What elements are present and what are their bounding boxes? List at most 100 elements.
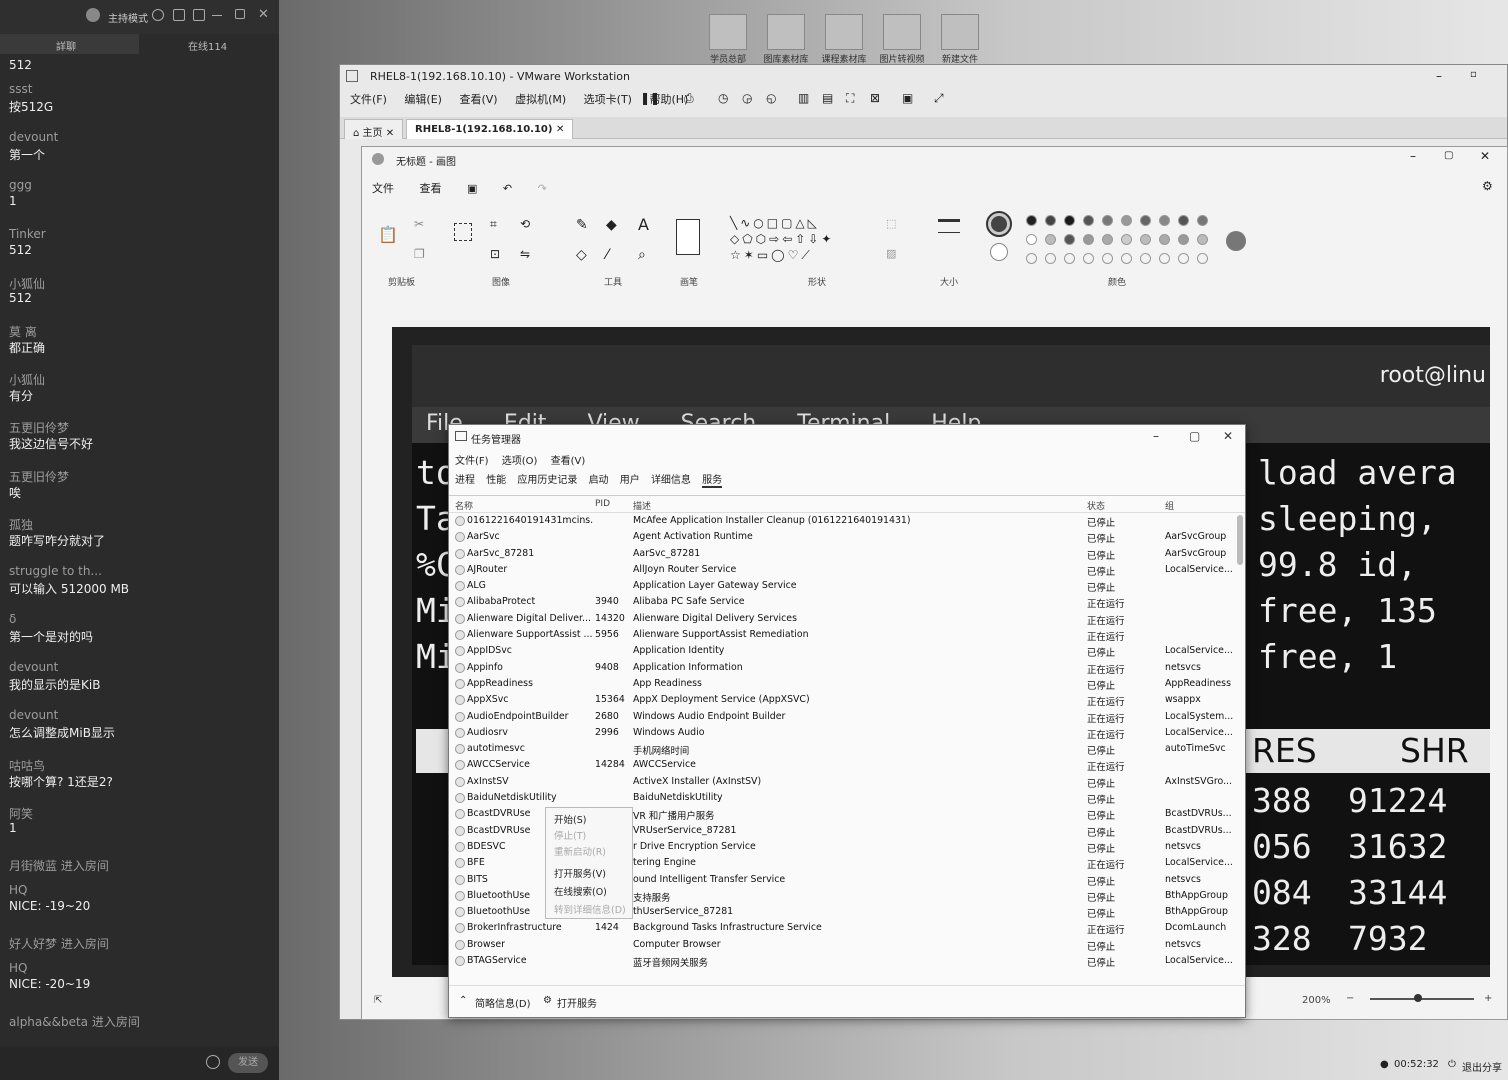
service-row[interactable]: Alienware SupportAssist ... 5956 Alienware… — [449, 627, 1237, 643]
pause-icon[interactable]: ❚❚ — [640, 91, 660, 105]
menu-edit[interactable]: 编辑(E) — [404, 93, 442, 106]
tab-performance[interactable]: 性能 — [486, 475, 506, 486]
tm-maximize-icon[interactable]: ▢ — [1189, 429, 1200, 443]
service-row[interactable]: Browser Computer Browser 已停止 netsvcs — [449, 937, 1237, 953]
undo-icon[interactable]: ↶ — [503, 182, 512, 195]
zoom-slider-thumb[interactable] — [1414, 994, 1422, 1002]
select-icon[interactable] — [454, 223, 472, 241]
color-swatch[interactable] — [1026, 253, 1037, 264]
color-swatch[interactable] — [1102, 215, 1113, 226]
col-desc[interactable]: 描述 — [633, 499, 1083, 512]
service-row[interactable]: AarSvc Agent Activation Runtime 已停止 AarSvcG… — [449, 529, 1237, 545]
desktop-icon[interactable]: 课程素材库 — [819, 14, 869, 65]
color-swatch[interactable] — [1102, 234, 1113, 245]
color-swatch[interactable] — [1064, 234, 1075, 245]
vm-maximize-icon[interactable]: ▫ — [1470, 69, 1477, 80]
resize-icon[interactable]: ⊡ — [490, 247, 500, 261]
color-swatch[interactable] — [1178, 253, 1189, 264]
service-row[interactable]: AJRouter AllJoyn Router Service 已停止 LocalSe… — [449, 562, 1237, 578]
ctx-start[interactable]: 开始(S) — [554, 812, 586, 826]
ctx-go-details[interactable]: 转到详细信息(D) — [554, 902, 626, 916]
redo-icon[interactable]: ↷ — [538, 182, 547, 195]
color-swatch[interactable] — [1197, 253, 1208, 264]
color-swatch[interactable] — [1121, 253, 1132, 264]
thumbnail-icon[interactable]: ▤ — [822, 91, 833, 105]
color-swatch[interactable] — [1045, 234, 1056, 245]
shapes-gallery[interactable]: ╲∿○□▢△◺ ◇⬠⬡⇨⇦⇧⇩✦ ☆✶▭◯♡⟋ — [730, 215, 860, 275]
ctx-restart[interactable]: 重新启动(R) — [554, 844, 606, 858]
flip-icon[interactable]: ⇋ — [520, 247, 530, 261]
stretch-icon[interactable]: ⤢ — [934, 91, 944, 106]
size-icon[interactable] — [938, 219, 960, 233]
brush-icon[interactable] — [676, 219, 700, 255]
tab-processes[interactable]: 进程 — [455, 475, 475, 486]
restore-snapshot-icon[interactable]: ◶ — [742, 91, 752, 105]
menu-file[interactable]: 文件(F) — [350, 93, 387, 106]
menu-view[interactable]: 查看(V) — [459, 93, 497, 106]
text-icon[interactable]: A — [638, 215, 649, 234]
library-icon[interactable]: ▥ — [798, 91, 809, 105]
fewer-details-link[interactable]: 简略信息(D) — [475, 995, 531, 1010]
tab-chat[interactable]: 詳聊 — [0, 34, 139, 54]
zoom-slider[interactable] — [1370, 998, 1474, 1000]
color-swatch[interactable] — [1140, 234, 1151, 245]
color-swatch[interactable] — [1064, 253, 1075, 264]
service-row[interactable]: BrokerInfrastructure 1424 Background Tasks… — [449, 920, 1237, 936]
color-swatch[interactable] — [1159, 215, 1170, 226]
edit-colors-icon[interactable] — [1226, 231, 1246, 251]
color-swatch[interactable] — [1045, 253, 1056, 264]
service-row[interactable]: BTAGService 蓝牙音频网关服务 已停止 LocalService... — [449, 953, 1237, 969]
close-icon[interactable]: ✕ — [258, 7, 269, 22]
chat-input-bar[interactable]: 发送 — [0, 1046, 279, 1080]
zoom-out-icon[interactable]: − — [1346, 993, 1354, 1004]
color-swatch[interactable] — [1178, 215, 1189, 226]
color-swatch[interactable] — [1026, 215, 1037, 226]
menu-vm[interactable]: 虚拟机(M) — [515, 93, 566, 106]
tab-home[interactable]: ⌂ 主页 ✕ — [344, 119, 404, 139]
desktop-icon[interactable]: 图片转视频 — [877, 14, 927, 65]
service-row[interactable]: Audiosrv 2996 Windows Audio 正在运行 LocalServic… — [449, 725, 1237, 741]
color-picker-icon[interactable]: ⁄ — [606, 247, 608, 263]
tm-menu-view[interactable]: 查看(V) — [551, 456, 586, 467]
tab-users[interactable]: 用户 — [620, 475, 640, 486]
fullscreen-icon[interactable]: ⛶ — [846, 91, 854, 106]
service-row[interactable]: AppXSvc 15364 AppX Deployment Service (App… — [449, 692, 1237, 708]
service-row[interactable]: AWCCService 14284 AWCCService 正在运行 — [449, 757, 1237, 773]
services-scrollbar[interactable] — [1237, 515, 1243, 565]
ctx-open-services[interactable]: 打开服务(V) — [554, 866, 606, 880]
tm-menu-file[interactable]: 文件(F) — [455, 456, 489, 467]
zoom-in-icon[interactable]: + — [1484, 993, 1492, 1004]
send-keys-icon[interactable]: ⎙ — [684, 91, 694, 106]
menu-tabs[interactable]: 选项卡(T) — [584, 93, 632, 106]
maximize-icon[interactable] — [235, 9, 245, 19]
tab-online[interactable]: 在线114 — [188, 38, 227, 53]
settings-icon[interactable]: ⚙ — [1482, 179, 1493, 193]
minimize-icon[interactable] — [212, 15, 222, 16]
color-swatch[interactable] — [1159, 234, 1170, 245]
pencil-icon[interactable]: ✎ — [576, 217, 588, 233]
service-row[interactable]: autotimesvc 手机网络时间 已停止 autoTimeSvc — [449, 741, 1237, 757]
color-swatch[interactable] — [1045, 215, 1056, 226]
edit-icon[interactable] — [173, 9, 185, 21]
service-row[interactable]: AarSvc_87281 AarSvc_87281 已停止 AarSvcGroup — [449, 546, 1237, 562]
service-row[interactable]: AppReadiness App Readiness 已停止 AppReadiness — [449, 676, 1237, 692]
tm-close-icon[interactable]: ✕ — [1223, 429, 1233, 443]
color-swatch[interactable] — [1178, 234, 1189, 245]
snapshot-icon[interactable]: ◷ — [718, 91, 728, 105]
desktop-icon[interactable]: 图库素材库 — [761, 14, 811, 65]
color1-swatch[interactable] — [986, 211, 1012, 237]
color-swatch[interactable] — [1083, 215, 1094, 226]
color-swatch[interactable] — [1159, 253, 1170, 264]
ctx-search-online[interactable]: 在线搜索(O) — [554, 884, 607, 898]
cut-icon[interactable]: ✂ — [414, 217, 424, 231]
vm-minimize-icon[interactable]: – — [1436, 69, 1442, 83]
paint-maximize-icon[interactable]: ▢ — [1444, 150, 1453, 161]
tm-minimize-icon[interactable]: – — [1153, 429, 1159, 443]
tab-startup[interactable]: 启动 — [589, 475, 609, 486]
col-status[interactable]: 状态 — [1087, 499, 1157, 512]
service-row[interactable]: Alienware Digital Deliver... 14320 Alienwa… — [449, 611, 1237, 627]
tm-menu-options[interactable]: 选项(O) — [502, 456, 538, 467]
service-row[interactable]: AudioEndpointBuilder 2680 Windows Audio En… — [449, 709, 1237, 725]
save-icon[interactable]: ▣ — [467, 182, 477, 195]
exit-share-button[interactable]: 退出分享 — [1462, 1059, 1502, 1074]
